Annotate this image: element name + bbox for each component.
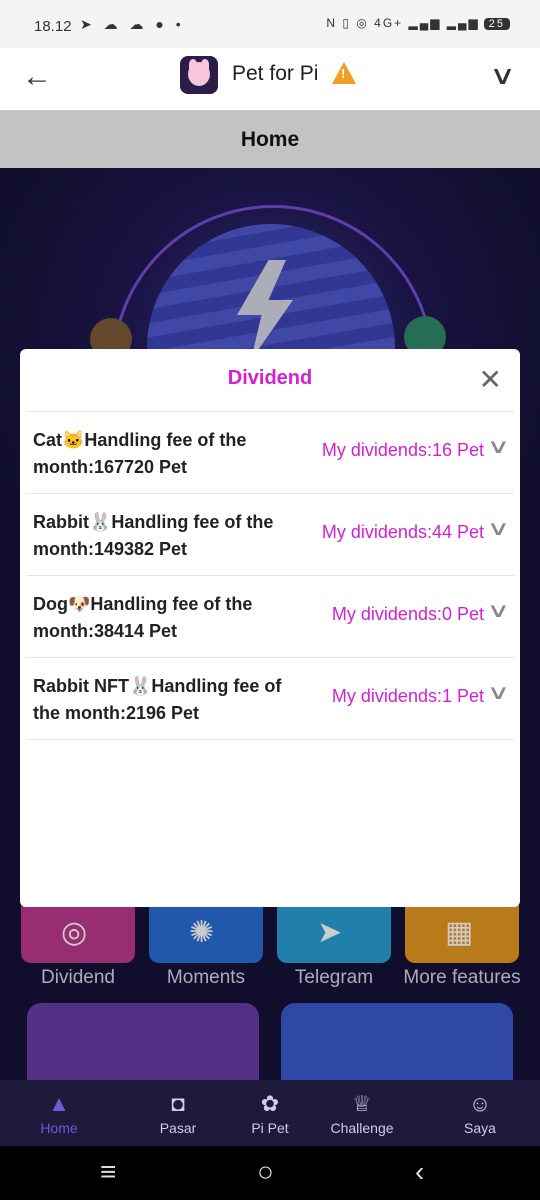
person-icon: ☺ — [468, 1091, 492, 1116]
app-titlebar: ← Pet for Pi ! ∨ — [0, 48, 540, 111]
nav-pasar[interactable]: ◘ Pasar — [133, 1088, 223, 1136]
home-circle-icon[interactable]: ○ — [257, 1156, 274, 1188]
my-dividend-value: My dividends:16 Pet — [321, 440, 484, 460]
dividend-row[interactable]: Rabbit NFT🐰Handling fee of the month:219… — [26, 658, 514, 740]
nav-saya[interactable]: ☺ Saya — [435, 1088, 525, 1136]
dividend-row[interactable]: Dog🐶Handling fee of the month:38414 Pet … — [26, 576, 514, 658]
home-icon: ▲ — [48, 1091, 70, 1116]
dividend-row[interactable]: Rabbit🐰Handling fee of the month:149382 … — [26, 494, 514, 576]
chevron-down-icon[interactable]: ∨ — [487, 680, 510, 705]
dividend-modal: Dividend ✕ Cat🐱Handling fee of the month… — [20, 349, 520, 907]
dividend-row-label: Cat🐱Handling fee of the month:167720 Pet — [33, 430, 247, 477]
my-dividend-value: My dividends:44 Pet — [321, 522, 484, 542]
dividend-row-label: Rabbit NFT🐰Handling fee of the month:219… — [33, 676, 282, 723]
bag-icon: ◘ — [171, 1091, 185, 1116]
bottom-nav: ▲ Home ◘ Pasar ✿ Pi Pet ♕ Challenge ☺ Saya — [0, 1080, 540, 1146]
chevron-down-icon[interactable]: ∨ — [489, 60, 516, 91]
modal-title: Dividend — [227, 367, 313, 389]
close-icon[interactable]: ✕ — [479, 363, 502, 396]
dividend-row-label: Rabbit🐰Handling fee of the month:149382 … — [33, 512, 274, 559]
nav-pi-pet[interactable]: ✿ Pi Pet — [225, 1088, 315, 1136]
dividend-row[interactable]: Cat🐱Handling fee of the month:167720 Pet… — [26, 412, 514, 494]
nav-pi-pet-label: Pi Pet — [251, 1120, 289, 1136]
nav-home-label: Home — [40, 1120, 78, 1136]
chevron-down-icon[interactable]: ∨ — [487, 598, 510, 623]
my-dividend-value: My dividends:0 Pet — [331, 604, 484, 624]
back-arrow-icon[interactable]: ← — [22, 60, 52, 94]
warning-icon[interactable]: ! — [332, 62, 356, 84]
system-icons: N ▯ ◎ 4G+ ▂▄▆ ▂▄▆ 25 — [326, 16, 510, 30]
battery-indicator: 25 — [483, 18, 510, 30]
app-logo-icon — [180, 56, 218, 94]
nav-challenge-label: Challenge — [330, 1120, 394, 1136]
nav-challenge[interactable]: ♕ Challenge — [317, 1088, 407, 1136]
recent-apps-icon[interactable]: ≡ — [100, 1156, 116, 1188]
nav-pasar-label: Pasar — [159, 1120, 197, 1136]
nav-home[interactable]: ▲ Home — [14, 1088, 104, 1136]
page-title: Home — [0, 111, 540, 168]
system-back-icon[interactable]: ‹ — [415, 1156, 424, 1188]
my-dividend-value: My dividends:1 Pet — [331, 686, 484, 706]
trophy-icon: ♕ — [352, 1091, 372, 1116]
notification-icons: ➤ ☁ ☁ ● • — [80, 16, 185, 32]
status-time: 18.12 — [34, 18, 72, 35]
nav-saya-label: Saya — [464, 1120, 496, 1136]
chevron-down-icon[interactable]: ∨ — [487, 434, 510, 459]
dividend-row-label: Dog🐶Handling fee of the month:38414 Pet — [33, 594, 253, 641]
status-bar: 18.12 ➤ ☁ ☁ ● • N ▯ ◎ 4G+ ▂▄▆ ▂▄▆ 25 — [0, 0, 540, 48]
network-type: 4G+ — [374, 16, 404, 30]
dividend-list: Cat🐱Handling fee of the month:167720 Pet… — [26, 411, 514, 740]
paw-icon: ✿ — [260, 1091, 280, 1116]
system-navigation: ≡ ○ ‹ — [0, 1146, 540, 1200]
chevron-down-icon[interactable]: ∨ — [487, 516, 510, 541]
app-title: Pet for Pi — [232, 62, 319, 85]
